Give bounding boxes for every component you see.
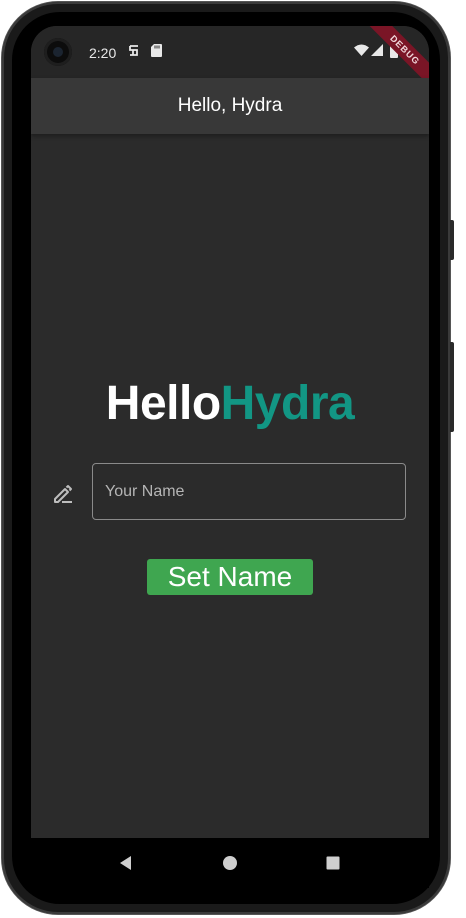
- sd-card-icon: [151, 44, 162, 61]
- brand-heading: HelloHydra: [31, 376, 429, 431]
- home-icon[interactable]: [219, 852, 241, 874]
- app-bar-title: Hello, Hydra: [177, 95, 283, 116]
- front-camera: [44, 38, 72, 66]
- app-screen: 2:20 DEBUG Hello, Hydra HelloHydra Your …: [31, 26, 429, 838]
- power-button: [450, 342, 454, 432]
- edit-pencil-icon: [51, 482, 75, 506]
- set-name-button[interactable]: Set Name: [147, 559, 313, 595]
- status-bar: 2:20 DEBUG: [31, 26, 429, 92]
- wifi-icon: [354, 44, 369, 60]
- back-icon[interactable]: [115, 852, 137, 874]
- brand-hydra: Hydra: [220, 377, 355, 430]
- name-input[interactable]: [92, 463, 406, 520]
- brand-hello: Hello: [105, 377, 221, 430]
- notification-s-icon: [128, 44, 140, 62]
- volume-button: [450, 220, 454, 260]
- app-bar: Hello, Hydra: [31, 78, 429, 134]
- cellular-signal-icon: [371, 44, 383, 60]
- status-time: 2:20: [89, 45, 117, 61]
- recents-icon[interactable]: [322, 852, 344, 874]
- navigation-bar: [31, 838, 429, 888]
